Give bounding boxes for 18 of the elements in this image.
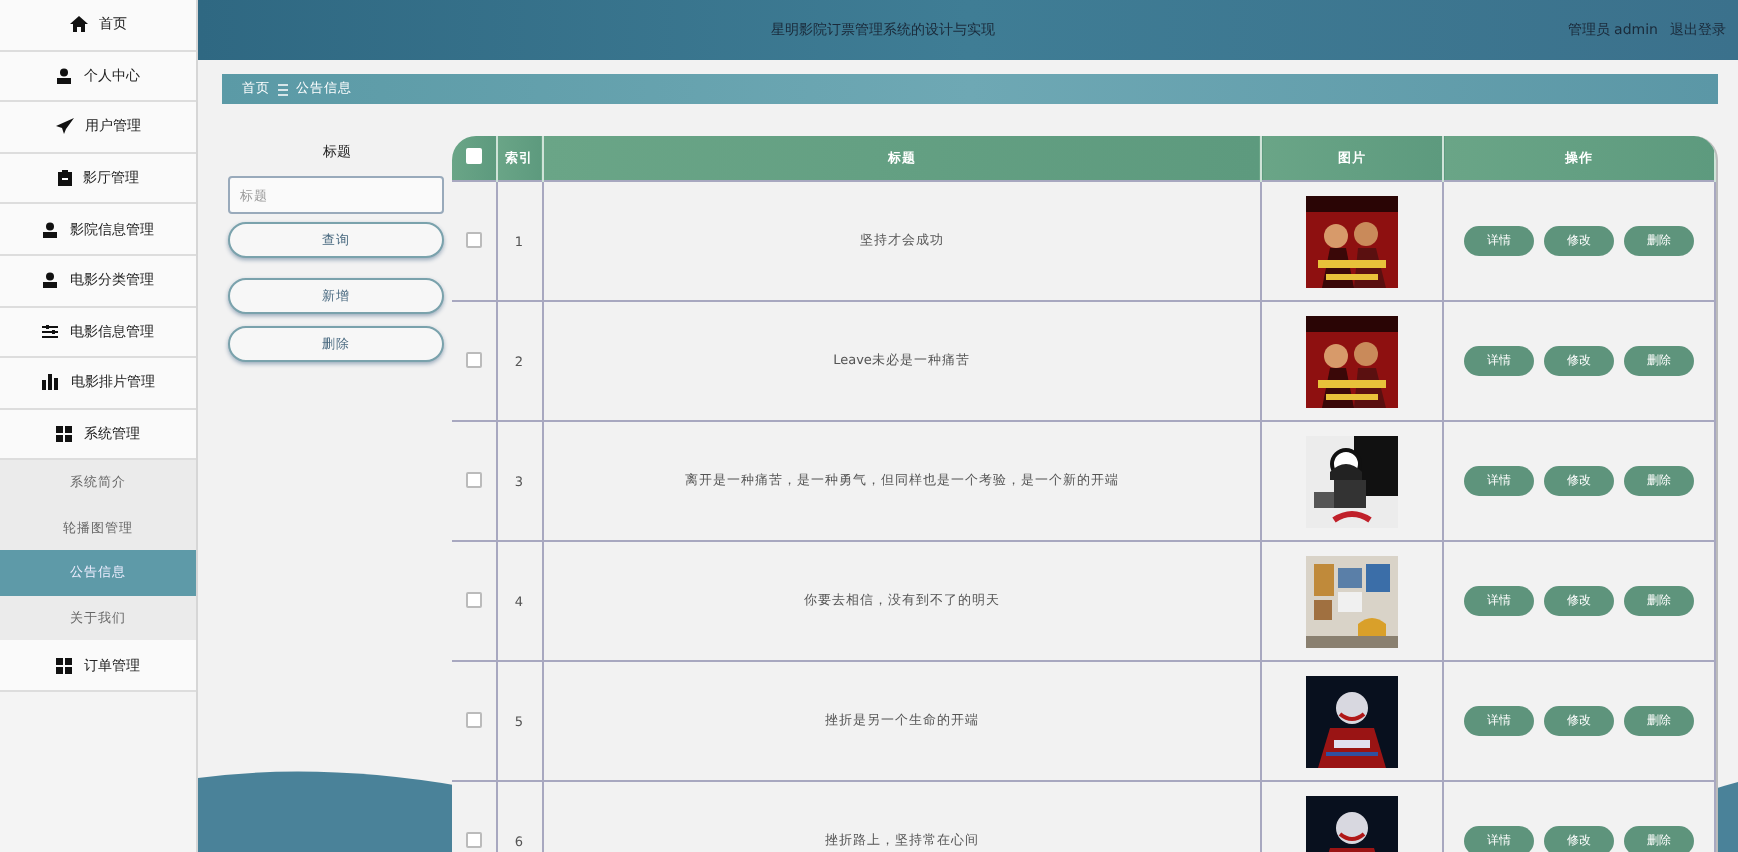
user-icon	[42, 272, 58, 289]
sliders-icon	[42, 323, 58, 340]
user-icon	[56, 67, 72, 84]
row-checkbox[interactable]	[465, 231, 482, 247]
clipboard-icon	[57, 170, 71, 187]
grid-icon	[56, 426, 72, 443]
grid-icon	[56, 657, 72, 674]
bar-chart-icon	[41, 374, 59, 391]
row-checkbox[interactable]	[465, 711, 482, 727]
user-icon	[42, 221, 58, 238]
menu-icon	[278, 83, 288, 95]
home-icon	[69, 16, 87, 33]
send-icon	[55, 118, 73, 135]
row-checkbox[interactable]	[465, 471, 482, 487]
select-all-checkbox[interactable]	[465, 148, 482, 164]
row-checkbox[interactable]	[465, 591, 482, 607]
row-checkbox[interactable]	[465, 831, 482, 847]
row-checkbox[interactable]	[465, 351, 482, 367]
